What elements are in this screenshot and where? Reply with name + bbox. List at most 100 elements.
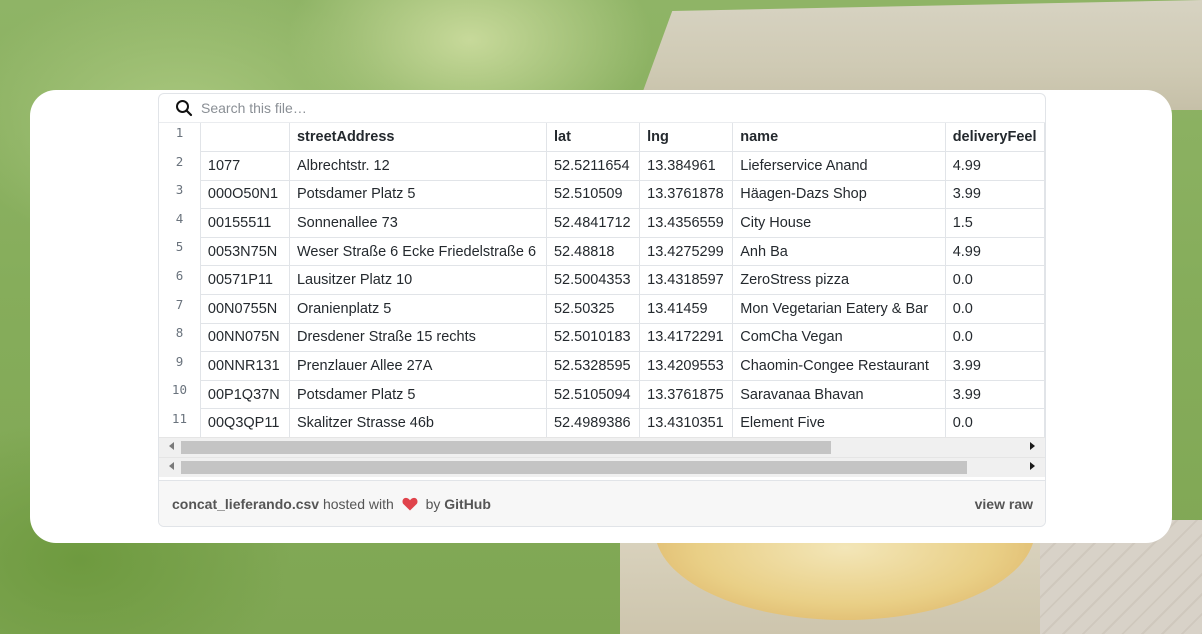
table-row: 6 00571P11 Lausitzer Platz 10 52.5004353 13.… xyxy=(159,265,1045,296)
line-number[interactable]: 5 xyxy=(159,237,200,266)
csv-table-viewport: 1 streetAddress lat lng name deliveryFeel 2 107… xyxy=(159,123,1045,437)
table-cell: 13.3761878 xyxy=(639,179,734,210)
column-header: lat xyxy=(545,123,641,153)
column-header xyxy=(199,123,290,153)
table-cell: Sonnenallee 73 xyxy=(288,208,547,238)
view-raw-link[interactable]: view raw xyxy=(975,496,1033,512)
column-header: deliveryFeel xyxy=(944,123,1045,153)
table-row: 4 00155511 Sonnenallee 73 52.4841712 13.4356… xyxy=(159,208,1045,238)
line-number[interactable]: 10 xyxy=(159,380,200,409)
table-cell: 1.5 xyxy=(944,208,1045,238)
table-cell: ZeroStress pizza xyxy=(732,265,946,296)
table-cell: 52.50325 xyxy=(545,294,641,324)
table-cell: Saravanaa Bhavan xyxy=(732,379,946,410)
table-cell: 52.510509 xyxy=(545,179,641,210)
table-cell: City House xyxy=(732,208,946,238)
table-cell: 3.99 xyxy=(944,379,1045,410)
line-number[interactable]: 3 xyxy=(159,180,200,209)
table-cell: 1077 xyxy=(199,151,290,181)
table-cell: 52.5105094 xyxy=(545,379,641,410)
gist-meta: concat_lieferando.csv hosted with by Git… xyxy=(172,496,491,512)
scroll-left-arrow-icon[interactable] xyxy=(169,462,174,470)
table-cell: Mon Vegetarian Eatery & Bar xyxy=(732,294,946,324)
column-header: streetAddress xyxy=(288,123,547,153)
horizontal-scrollbar-outer[interactable] xyxy=(159,457,1045,477)
table-cell: 13.4209553 xyxy=(639,351,734,381)
table-cell: 000O50N1 xyxy=(199,179,290,210)
scrollbar-thumb[interactable] xyxy=(181,441,831,454)
table-cell: 52.4989386 xyxy=(545,408,641,437)
table-cell: Prenzlauer Allee 27A xyxy=(288,351,547,381)
hosted-with-text: hosted with xyxy=(322,495,394,512)
table-cell: Potsdamer Platz 5 xyxy=(288,379,547,410)
line-number[interactable]: 9 xyxy=(159,352,200,381)
table-cell: 00Q3QP11 xyxy=(199,408,290,437)
table-cell: Albrechtstr. 12 xyxy=(288,151,547,181)
table-row: 2 1077 Albrechtstr. 12 52.5211654 13.384961 L… xyxy=(159,151,1045,181)
table-cell: 13.384961 xyxy=(639,151,734,181)
line-number[interactable]: 7 xyxy=(159,295,200,324)
table-cell: 4.99 xyxy=(944,151,1045,181)
table-cell: Dresdener Straße 15 rechts xyxy=(288,322,547,353)
table-cell: 52.5004353 xyxy=(545,265,641,296)
table-cell: 13.4356559 xyxy=(639,208,734,238)
search-icon xyxy=(159,94,193,122)
by-text: by xyxy=(425,495,441,512)
table-cell: 0053N75N xyxy=(199,236,290,267)
table-cell: 0.0 xyxy=(944,408,1045,437)
file-name-link[interactable]: concat_lieferando.csv xyxy=(172,496,319,512)
gist-footer: concat_lieferando.csv hosted with by Git… xyxy=(159,480,1045,526)
table-cell: 00571P11 xyxy=(199,265,290,296)
table-cell: 0.0 xyxy=(944,322,1045,353)
table-cell: Skalitzer Strasse 46b xyxy=(288,408,547,437)
line-number[interactable]: 11 xyxy=(159,409,200,437)
table-cell: Element Five xyxy=(732,408,946,437)
csv-table: 1 streetAddress lat lng name deliveryFeel 2 107… xyxy=(159,123,1045,437)
table-cell: 00N0755N xyxy=(199,294,290,324)
table-cell: 00P1Q37N xyxy=(199,379,290,410)
horizontal-scrollbar[interactable] xyxy=(159,437,1045,457)
table-cell: Chaomin-Congee Restaurant xyxy=(732,351,946,381)
table-cell: 52.5211654 xyxy=(545,151,641,181)
line-number[interactable]: 4 xyxy=(159,209,200,238)
table-row: 5 0053N75N Weser Straße 6 Ecke Friedelstra… xyxy=(159,236,1045,267)
column-header: name xyxy=(732,123,946,153)
table-cell: 13.4275299 xyxy=(639,236,734,267)
table-cell: 3.99 xyxy=(944,179,1045,210)
embedded-gist: 1streetAddresslatlngnamedeliveryFeel2107… xyxy=(158,93,1046,527)
github-link[interactable]: GitHub xyxy=(444,496,491,512)
table-row: 8 00NN075N Dresdener Straße 15 rechts 52.50… xyxy=(159,322,1045,353)
table-cell: Lausitzer Platz 10 xyxy=(288,265,547,296)
scroll-right-arrow-icon[interactable] xyxy=(1030,462,1035,470)
scroll-right-arrow-icon[interactable] xyxy=(1030,442,1035,450)
table-cell: 13.41459 xyxy=(639,294,734,324)
table-row: 11 00Q3QP11 Skalitzer Strasse 46b 52.498938… xyxy=(159,408,1045,437)
table-cell: 00NN075N xyxy=(199,322,290,353)
table-row: 3 000O50N1 Potsdamer Platz 5 52.510509 13.37… xyxy=(159,179,1045,210)
table-header-row: 1 streetAddress lat lng name deliveryFeel xyxy=(159,123,1045,153)
line-number[interactable]: 8 xyxy=(159,323,200,352)
table-cell: 52.5010183 xyxy=(545,322,641,353)
search-input[interactable] xyxy=(199,99,803,117)
table-cell: 4.99 xyxy=(944,236,1045,267)
table-cell: Lieferservice Anand xyxy=(732,151,946,181)
table-cell: 00155511 xyxy=(199,208,290,238)
table-cell: ComCha Vegan xyxy=(732,322,946,353)
table-cell: Häagen-Dazs Shop xyxy=(732,179,946,210)
heart-icon xyxy=(402,497,418,510)
table-cell: Potsdamer Platz 5 xyxy=(288,179,547,210)
table-cell: 0.0 xyxy=(944,294,1045,324)
table-cell: 13.4318597 xyxy=(639,265,734,296)
line-number[interactable]: 2 xyxy=(159,152,200,181)
table-cell: 13.4310351 xyxy=(639,408,734,437)
table-cell: 00NNR131 xyxy=(199,351,290,381)
line-number[interactable]: 1 xyxy=(159,123,200,152)
line-number[interactable]: 6 xyxy=(159,266,200,295)
scroll-left-arrow-icon[interactable] xyxy=(169,442,174,450)
file-search-bar xyxy=(159,94,1045,123)
scrollbar-thumb[interactable] xyxy=(181,461,967,474)
table-cell: 3.99 xyxy=(944,351,1045,381)
table-cell: Weser Straße 6 Ecke Friedelstraße 6 xyxy=(288,236,547,267)
table-row: 7 00N0755N Oranienplatz 5 52.50325 13.41459 M… xyxy=(159,294,1045,324)
table-cell: 0.0 xyxy=(944,265,1045,296)
